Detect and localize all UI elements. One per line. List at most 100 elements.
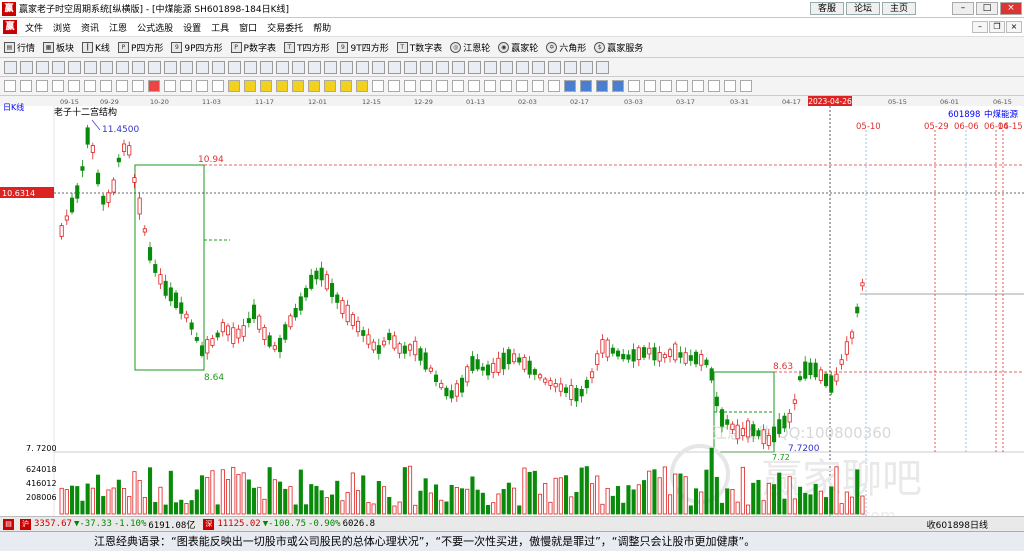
drawing-tool-icon[interactable]	[356, 80, 368, 92]
drawing-tool-icon[interactable]	[660, 80, 672, 92]
drawing-tool-icon[interactable]	[564, 80, 576, 92]
toolbar-gann-wheel[interactable]: ◎ 江恩轮	[450, 41, 490, 54]
maximize-icon[interactable]: □	[976, 2, 998, 15]
drawing-tool-icon[interactable]	[676, 80, 688, 92]
drawing-tool-icon[interactable]	[180, 80, 192, 92]
toolbar-sector[interactable]: ▦ 板块	[43, 41, 74, 54]
function-tool-icon[interactable]	[308, 60, 321, 74]
drawing-tool-icon[interactable]	[84, 80, 96, 92]
function-tool-icon[interactable]	[212, 60, 225, 74]
function-tool-icon[interactable]	[20, 60, 33, 74]
drawing-tool-icon[interactable]	[724, 80, 736, 92]
drawing-tool-icon[interactable]	[484, 80, 496, 92]
drawing-tool-icon[interactable]	[100, 80, 112, 92]
function-tool-icon[interactable]	[548, 60, 561, 74]
menu-formula[interactable]: 公式选股	[132, 21, 178, 34]
function-tool-icon[interactable]	[164, 60, 177, 74]
menu-help[interactable]: 帮助	[308, 21, 336, 34]
drawing-tool-icon[interactable]	[692, 80, 704, 92]
function-tool-icon[interactable]	[68, 60, 81, 74]
toolbar-winner-wheel[interactable]: ◉ 赢家轮	[498, 41, 538, 54]
kline-chart-svg[interactable]: 09-15 09-29 10-20 11-03 11-17 12-01 12-15 12-29…	[0, 96, 1024, 525]
support-link[interactable]: 客服	[810, 2, 845, 15]
drawing-tool-icon[interactable]	[420, 80, 432, 92]
menu-settings[interactable]: 设置	[178, 21, 206, 34]
function-tool-icon[interactable]	[420, 60, 433, 74]
toolbar-p-number[interactable]: P P数字表	[230, 41, 276, 54]
menu-tools[interactable]: 工具	[206, 21, 234, 34]
drawing-tool-icon[interactable]	[388, 80, 400, 92]
drawing-tool-icon[interactable]	[644, 80, 656, 92]
drawing-tool-icon[interactable]	[372, 80, 384, 92]
drawing-tool-icon[interactable]	[500, 80, 512, 92]
close-icon[interactable]: ×	[1000, 2, 1022, 15]
toolbar-hexagon[interactable]: ✡ 六角形	[546, 41, 586, 54]
toolbar-kline[interactable]: ┃ K线	[82, 41, 110, 54]
toolbar-9t-square[interactable]: 9 9T四方形	[337, 41, 389, 54]
function-tool-icon[interactable]	[356, 60, 369, 74]
drawing-tool-icon[interactable]	[340, 80, 352, 92]
drawing-tool-icon[interactable]	[68, 80, 80, 92]
drawing-tool-icon[interactable]	[36, 80, 48, 92]
drawing-tool-icon[interactable]	[596, 80, 608, 92]
function-tool-icon[interactable]	[564, 60, 577, 74]
drawing-tool-icon[interactable]	[196, 80, 208, 92]
function-tool-icon[interactable]	[180, 60, 193, 74]
function-tool-icon[interactable]	[132, 60, 145, 74]
drawing-tool-icon[interactable]	[276, 80, 288, 92]
drawing-tool-icon[interactable]	[244, 80, 256, 92]
drawing-tool-icon[interactable]	[4, 80, 16, 92]
function-tool-icon[interactable]	[100, 60, 113, 74]
function-tool-icon[interactable]	[388, 60, 401, 74]
drawing-tool-icon[interactable]	[292, 80, 304, 92]
function-tool-icon[interactable]	[516, 60, 529, 74]
function-tool-icon[interactable]	[404, 60, 417, 74]
function-tool-icon[interactable]	[532, 60, 545, 74]
menu-browse[interactable]: 浏览	[48, 21, 76, 34]
function-tool-icon[interactable]	[228, 60, 241, 74]
drawing-tool-icon[interactable]	[324, 80, 336, 92]
toolbar-service[interactable]: $ 赢家服务	[594, 41, 643, 54]
function-tool-icon[interactable]	[116, 60, 129, 74]
drawing-tool-icon[interactable]	[468, 80, 480, 92]
function-tool-icon[interactable]	[452, 60, 465, 74]
minimize-icon[interactable]: –	[952, 2, 974, 15]
function-tool-icon[interactable]	[500, 60, 513, 74]
function-tool-icon[interactable]	[4, 60, 17, 74]
function-tool-icon[interactable]	[340, 60, 353, 74]
child-close-icon[interactable]: ×	[1006, 21, 1022, 33]
drawing-tool-icon[interactable]	[612, 80, 624, 92]
kline-chart[interactable]: 09-15 09-29 10-20 11-03 11-17 12-01 12-15 12-29…	[0, 96, 1024, 525]
function-tool-icon[interactable]	[324, 60, 337, 74]
function-tool-icon[interactable]	[260, 60, 273, 74]
toolbar-9p-square[interactable]: 9 9P四方形	[171, 41, 223, 54]
drawing-tool-icon[interactable]	[436, 80, 448, 92]
function-tool-icon[interactable]	[52, 60, 65, 74]
home-link[interactable]: 主页	[882, 2, 917, 15]
drawing-tool-icon[interactable]	[212, 80, 224, 92]
menu-gann[interactable]: 江恩	[104, 21, 132, 34]
toolbar-quotes[interactable]: ▤ 行情	[4, 41, 35, 54]
function-tool-icon[interactable]	[596, 60, 609, 74]
drawing-tool-icon[interactable]	[116, 80, 128, 92]
function-tool-icon[interactable]	[484, 60, 497, 74]
drawing-tool-icon[interactable]	[20, 80, 32, 92]
drawing-tool-icon[interactable]	[580, 80, 592, 92]
menu-trade[interactable]: 交易委托	[262, 21, 308, 34]
drawing-tool-icon[interactable]	[52, 80, 64, 92]
toolbar-t-square[interactable]: T T四方形	[283, 41, 329, 54]
drawing-tool-icon[interactable]	[452, 80, 464, 92]
drawing-tool-icon[interactable]	[532, 80, 544, 92]
drawing-tool-icon[interactable]	[628, 80, 640, 92]
function-tool-icon[interactable]	[580, 60, 593, 74]
child-minimize-icon[interactable]: –	[972, 21, 988, 33]
function-tool-icon[interactable]	[244, 60, 257, 74]
drawing-tool-icon[interactable]	[260, 80, 272, 92]
drawing-tool-icon[interactable]	[740, 80, 752, 92]
drawing-tool-icon[interactable]	[516, 80, 528, 92]
function-tool-icon[interactable]	[292, 60, 305, 74]
forum-link[interactable]: 论坛	[846, 2, 881, 15]
function-tool-icon[interactable]	[436, 60, 449, 74]
function-tool-icon[interactable]	[468, 60, 481, 74]
child-restore-icon[interactable]: ❐	[989, 21, 1005, 33]
